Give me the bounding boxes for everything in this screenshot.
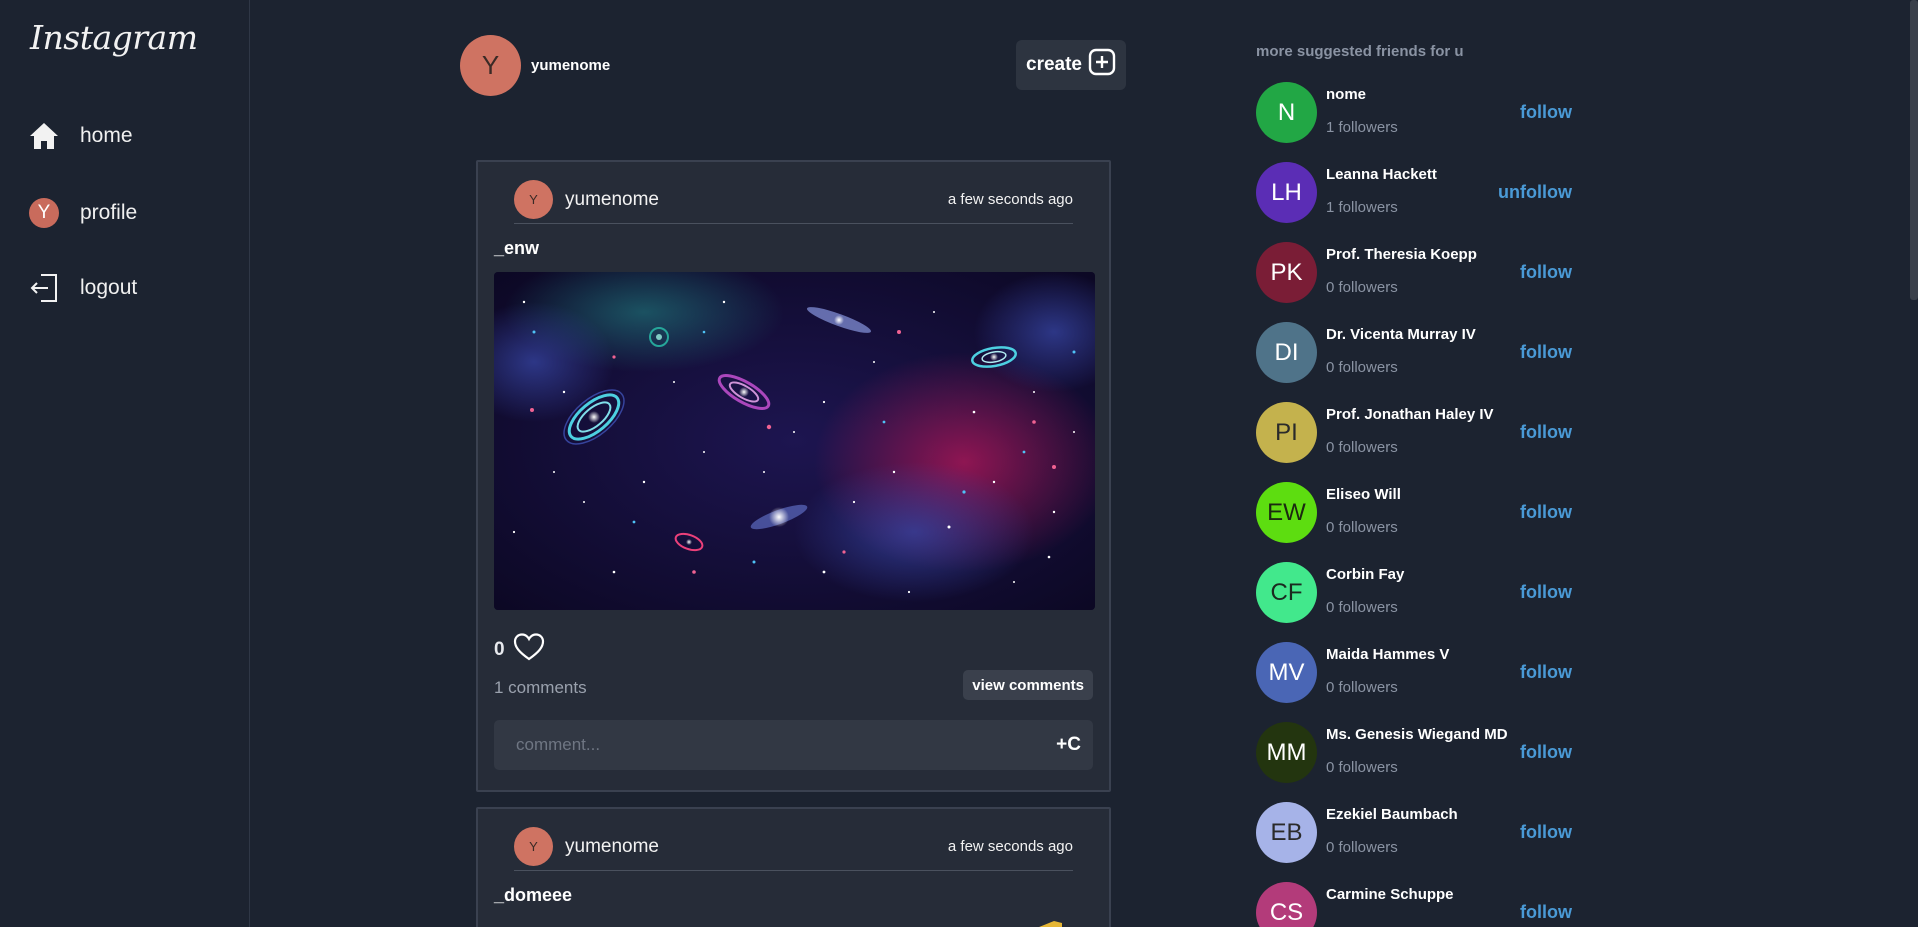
home-icon	[28, 120, 60, 152]
follow-button[interactable]: follow	[1520, 662, 1572, 683]
suggestion-row: LH Leanna Hackett 1 followers unfollow	[1256, 162, 1576, 224]
suggestion-avatar[interactable]: PI	[1256, 402, 1317, 463]
post-author-avatar[interactable]: Y	[514, 180, 553, 219]
nav-logout[interactable]: logout	[28, 272, 137, 304]
post-header: Y yumenome a few seconds ago	[514, 823, 1073, 871]
suggestion-avatar[interactable]: MM	[1256, 722, 1317, 783]
suggestion-avatar[interactable]: LH	[1256, 162, 1317, 223]
comments-count: 1 comments	[494, 678, 587, 697]
suggestion-row: EW Eliseo Will 0 followers follow	[1256, 482, 1576, 544]
suggestion-followers: 0 followers	[1326, 519, 1398, 536]
follow-button[interactable]: follow	[1520, 742, 1572, 763]
suggestion-row: MV Maida Hammes V 0 followers follow	[1256, 642, 1576, 704]
suggestions-title: more suggested friends for u	[1256, 43, 1464, 60]
follow-button[interactable]: follow	[1520, 502, 1572, 523]
follow-button[interactable]: follow	[1520, 422, 1572, 443]
nav-home-label: home	[80, 124, 133, 147]
suggestion-followers: 1 followers	[1326, 119, 1398, 136]
suggestion-avatar[interactable]: DI	[1256, 322, 1317, 383]
nav-home[interactable]: home	[28, 120, 133, 152]
sidebar: Instagram home Y profile logout	[0, 0, 250, 927]
profile-avatar: Y	[28, 197, 60, 229]
post-card: Y yumenome a few seconds ago _domeee	[476, 807, 1111, 927]
suggestion-row: CS Carmine Schuppe follow	[1256, 882, 1576, 927]
suggestion-row: PK Prof. Theresia Koepp 0 followers follow	[1256, 242, 1576, 304]
suggestion-followers: 0 followers	[1326, 839, 1398, 856]
like-count: 0	[494, 638, 505, 660]
create-button[interactable]: create	[1016, 40, 1126, 90]
suggestion-name[interactable]: Ms. Genesis Wiegand MD	[1326, 726, 1508, 743]
suggestion-followers: 0 followers	[1326, 599, 1398, 616]
suggestion-followers: 0 followers	[1326, 359, 1398, 376]
suggestion-name[interactable]: Eliseo Will	[1326, 486, 1401, 503]
post-timestamp: a few seconds ago	[947, 838, 1073, 855]
app-logo[interactable]: Instagram	[30, 18, 198, 57]
suggestion-name[interactable]: Ezekiel Baumbach	[1326, 806, 1458, 823]
comment-input[interactable]	[494, 720, 1057, 770]
follow-button[interactable]: follow	[1520, 582, 1572, 603]
suggestion-avatar[interactable]: CS	[1256, 882, 1317, 927]
heart-icon[interactable]	[513, 632, 545, 667]
view-comments-button[interactable]: view comments	[963, 670, 1093, 700]
post-image-partial[interactable]	[1004, 917, 1064, 927]
suggestion-row: DI Dr. Vicenta Murray IV 0 followers follow	[1256, 322, 1576, 384]
follow-button[interactable]: follow	[1520, 262, 1572, 283]
follow-button[interactable]: follow	[1520, 902, 1572, 923]
post-author-avatar[interactable]: Y	[514, 827, 553, 866]
nav-logout-label: logout	[80, 276, 138, 299]
post-likes: 0	[494, 632, 545, 667]
follow-button[interactable]: follow	[1520, 342, 1572, 363]
suggestion-avatar[interactable]: CF	[1256, 562, 1317, 623]
suggestion-name[interactable]: Prof. Theresia Koepp	[1326, 246, 1477, 263]
suggestion-name[interactable]: Corbin Fay	[1326, 566, 1404, 583]
follow-button[interactable]: follow	[1520, 102, 1572, 123]
suggestion-row: EB Ezekiel Baumbach 0 followers follow	[1256, 802, 1576, 864]
suggestion-name[interactable]: Leanna Hackett	[1326, 166, 1437, 183]
suggestion-name[interactable]: Maida Hammes V	[1326, 646, 1449, 663]
current-user-name: yumenome	[531, 57, 611, 74]
post-header: Y yumenome a few seconds ago	[514, 176, 1073, 224]
create-button-label: create	[1026, 54, 1082, 75]
suggestion-row: PI Prof. Jonathan Haley IV 0 followers foll…	[1256, 402, 1576, 464]
comment-submit-button[interactable]: +C	[1056, 734, 1081, 756]
suggestion-row: MM Ms. Genesis Wiegand MD 0 followers follo…	[1256, 722, 1576, 784]
suggestion-row: Nnome 1 followers follow	[1256, 82, 1576, 144]
unfollow-button[interactable]: unfollow	[1498, 182, 1572, 203]
suggestion-row: CF Corbin Fay 0 followers follow	[1256, 562, 1576, 624]
suggestion-avatar[interactable]: EB	[1256, 802, 1317, 863]
post-caption: _domeee	[494, 885, 573, 905]
suggestion-name[interactable]: Prof. Jonathan Haley IV	[1326, 406, 1494, 423]
post-timestamp: a few seconds ago	[947, 191, 1073, 208]
comment-form: +C	[494, 720, 1093, 770]
post-author-name[interactable]: yumenome	[565, 836, 659, 858]
follow-button[interactable]: follow	[1520, 822, 1572, 843]
suggestion-avatar[interactable]: MV	[1256, 642, 1317, 703]
logout-icon	[28, 272, 60, 304]
nav-profile-label: profile	[80, 201, 138, 224]
suggestion-name[interactable]: Dr. Vicenta Murray IV	[1326, 326, 1476, 343]
page-scrollbar[interactable]	[1910, 0, 1918, 300]
post-card: Y yumenome a few seconds ago _enw 0 1 co…	[476, 160, 1111, 792]
post-author-name[interactable]: yumenome	[565, 189, 659, 211]
current-user[interactable]: Y yumenome	[460, 35, 610, 96]
post-image-galaxy[interactable]	[494, 272, 1095, 610]
plus-square-icon	[1088, 48, 1116, 82]
suggestion-name[interactable]: nome	[1326, 86, 1366, 103]
suggestion-name[interactable]: Carmine Schuppe	[1326, 886, 1454, 903]
current-user-avatar: Y	[460, 35, 521, 96]
suggestion-followers: 0 followers	[1326, 439, 1398, 456]
suggestion-followers: 0 followers	[1326, 679, 1398, 696]
suggestion-avatar[interactable]: PK	[1256, 242, 1317, 303]
suggestion-followers: 1 followers	[1326, 199, 1398, 216]
suggestion-followers: 0 followers	[1326, 759, 1398, 776]
suggestion-avatar[interactable]: N	[1256, 82, 1317, 143]
nav-profile[interactable]: Y profile	[28, 197, 137, 229]
suggestion-followers: 0 followers	[1326, 279, 1398, 296]
post-caption: _enw	[494, 238, 540, 258]
suggestion-avatar[interactable]: EW	[1256, 482, 1317, 543]
